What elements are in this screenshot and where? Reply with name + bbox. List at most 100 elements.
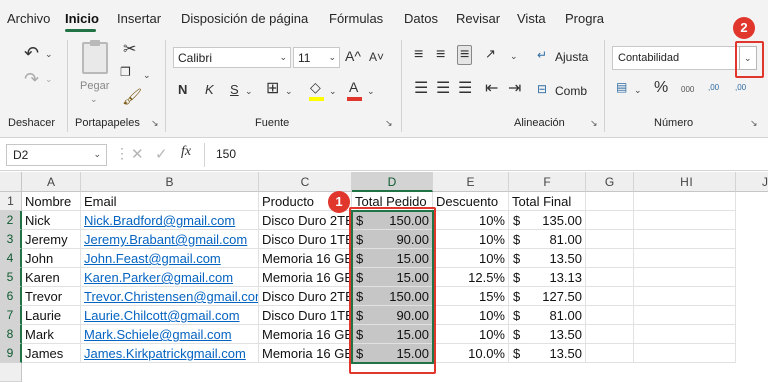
insert-function-icon[interactable]: fx [181, 144, 191, 160]
fill-color-dropdown-icon[interactable]: ⌄ [329, 86, 337, 97]
decrease-decimal-button[interactable]: ,00 [735, 83, 746, 92]
cell-b3[interactable]: Jeremy.Brabant@gmail.com [81, 230, 259, 249]
cell-a9[interactable]: James [22, 344, 81, 363]
cell-e5[interactable]: 12.5% [433, 268, 509, 287]
column-header-g[interactable]: G [586, 172, 634, 192]
shrink-font-icon[interactable]: A˅ [369, 51, 384, 63]
cell-c8[interactable]: Memoria 16 GB [259, 325, 352, 344]
select-all-corner[interactable] [0, 172, 22, 192]
column-header-d[interactable]: D [352, 172, 433, 192]
cell-h9[interactable] [634, 344, 736, 363]
row-header-6[interactable]: 6 [0, 287, 22, 306]
cell-c9[interactable]: Memoria 16 GB [259, 344, 352, 363]
accounting-format-icon[interactable]: ▤ [616, 81, 627, 93]
column-header-f[interactable]: F [509, 172, 586, 192]
copy-dropdown-icon[interactable]: ⌄ [143, 70, 151, 81]
font-color-dropdown-icon[interactable]: ⌄ [367, 86, 375, 97]
merge-button[interactable]: Comb [555, 84, 587, 98]
column-header-a[interactable]: A [22, 172, 81, 192]
number-format-select[interactable]: Contabilidad [612, 46, 740, 70]
cell-g2[interactable] [586, 211, 634, 230]
cell-f9[interactable]: $13.50 [509, 344, 586, 363]
fill-color-icon[interactable]: ◇ [310, 80, 321, 94]
tab-revisar[interactable]: Revisar [456, 11, 500, 26]
cell-g8[interactable] [586, 325, 634, 344]
bold-button[interactable]: N [178, 83, 187, 96]
cell-g6[interactable] [586, 287, 634, 306]
cell-h8[interactable] [634, 325, 736, 344]
cell-h3[interactable] [634, 230, 736, 249]
merge-icon[interactable]: ⊟ [537, 83, 547, 95]
accounting-dropdown-icon[interactable]: ⌄ [634, 85, 642, 96]
row-header-2[interactable]: 2 [0, 211, 22, 230]
cell-b2[interactable]: Nick.Bradford@gmail.com [81, 211, 259, 230]
cell-a5[interactable]: Karen [22, 268, 81, 287]
cell-c3[interactable]: Disco Duro 1TB [259, 230, 352, 249]
formula-input[interactable]: 150 [216, 147, 236, 161]
column-header-b[interactable]: B [81, 172, 259, 192]
cell-a1[interactable]: Nombre [22, 192, 81, 211]
cell-g5[interactable] [586, 268, 634, 287]
cell-b9[interactable]: James.Kirkpatrickgmail.com [81, 344, 259, 363]
cell-a3[interactable]: Jeremy [22, 230, 81, 249]
italic-button[interactable]: K [205, 83, 214, 96]
enter-icon[interactable]: ✓ [155, 145, 168, 163]
align-top-icon[interactable]: ≡ [414, 47, 423, 63]
redo-dropdown-icon[interactable]: ⌄ [45, 74, 53, 85]
cell-e3[interactable]: 10% [433, 230, 509, 249]
cell-a6[interactable]: Trevor [22, 287, 81, 306]
cell-g4[interactable] [586, 249, 634, 268]
clipboard-launcher-icon[interactable]: ↘ [151, 118, 159, 129]
cell-b8[interactable]: Mark.Schiele@gmail.com [81, 325, 259, 344]
cell-a7[interactable]: Laurie [22, 306, 81, 325]
cell-c6[interactable]: Disco Duro 2TB [259, 287, 352, 306]
decrease-indent-icon[interactable]: ⇤ [485, 81, 498, 97]
cell-e9[interactable]: 10.0% [433, 344, 509, 363]
cell-f4[interactable]: $13.50 [509, 249, 586, 268]
thousands-separator-button[interactable]: 000 [681, 85, 694, 94]
tab-archivo[interactable]: Archivo [7, 11, 50, 26]
cell-h2[interactable] [634, 211, 736, 230]
row-header-1[interactable]: 1 [0, 192, 22, 211]
font-color-icon[interactable]: A [349, 80, 358, 94]
cell-h6[interactable] [634, 287, 736, 306]
align-center-icon[interactable]: ☰ [436, 81, 450, 97]
font-name-select[interactable]: Calibri ⌄ [173, 47, 291, 68]
underline-button[interactable]: S [230, 83, 239, 96]
align-right-icon[interactable]: ☰ [458, 81, 472, 97]
column-header-i[interactable]: I [671, 172, 711, 192]
increase-decimal-button[interactable]: ,00 [708, 83, 719, 92]
cell-f2[interactable]: $135.00 [509, 211, 586, 230]
cell-e7[interactable]: 10% [433, 306, 509, 325]
cell-g9[interactable] [586, 344, 634, 363]
cell-c4[interactable]: Memoria 16 GB [259, 249, 352, 268]
cut-icon[interactable]: ✂ [123, 42, 136, 58]
cell-g3[interactable] [586, 230, 634, 249]
cell-f8[interactable]: $13.50 [509, 325, 586, 344]
name-box[interactable]: D2 ⌄ [6, 144, 107, 166]
wrap-text-button[interactable]: Ajusta [555, 50, 588, 64]
tab-inicio[interactable]: Inicio [65, 11, 99, 26]
cell-a4[interactable]: John [22, 249, 81, 268]
column-header-e[interactable]: E [433, 172, 509, 192]
cell-a8[interactable]: Mark [22, 325, 81, 344]
cell-f6[interactable]: $127.50 [509, 287, 586, 306]
paste-icon[interactable] [82, 40, 108, 74]
cell-h7[interactable] [634, 306, 736, 325]
cell-b6[interactable]: Trevor.Christensen@gmail.com [81, 287, 259, 306]
underline-dropdown-icon[interactable]: ⌄ [245, 86, 253, 97]
cell-f3[interactable]: $81.00 [509, 230, 586, 249]
borders-icon[interactable]: ⊞ [266, 81, 279, 97]
increase-indent-icon[interactable]: ⇥ [508, 81, 521, 97]
cell-f5[interactable]: $13.13 [509, 268, 586, 287]
font-launcher-icon[interactable]: ↘ [385, 118, 393, 129]
paste-dropdown-icon[interactable]: ⌄ [90, 94, 98, 105]
row-header-3[interactable]: 3 [0, 230, 22, 249]
cell-g7[interactable] [586, 306, 634, 325]
undo-dropdown-icon[interactable]: ⌄ [45, 49, 53, 60]
number-launcher-icon[interactable]: ↘ [750, 118, 758, 129]
cell-c5[interactable]: Memoria 16 GB [259, 268, 352, 287]
wrap-text-icon[interactable]: ↵ [537, 49, 547, 61]
row-header-9[interactable]: 9 [0, 344, 22, 363]
undo-icon[interactable]: ↶ [24, 44, 39, 62]
